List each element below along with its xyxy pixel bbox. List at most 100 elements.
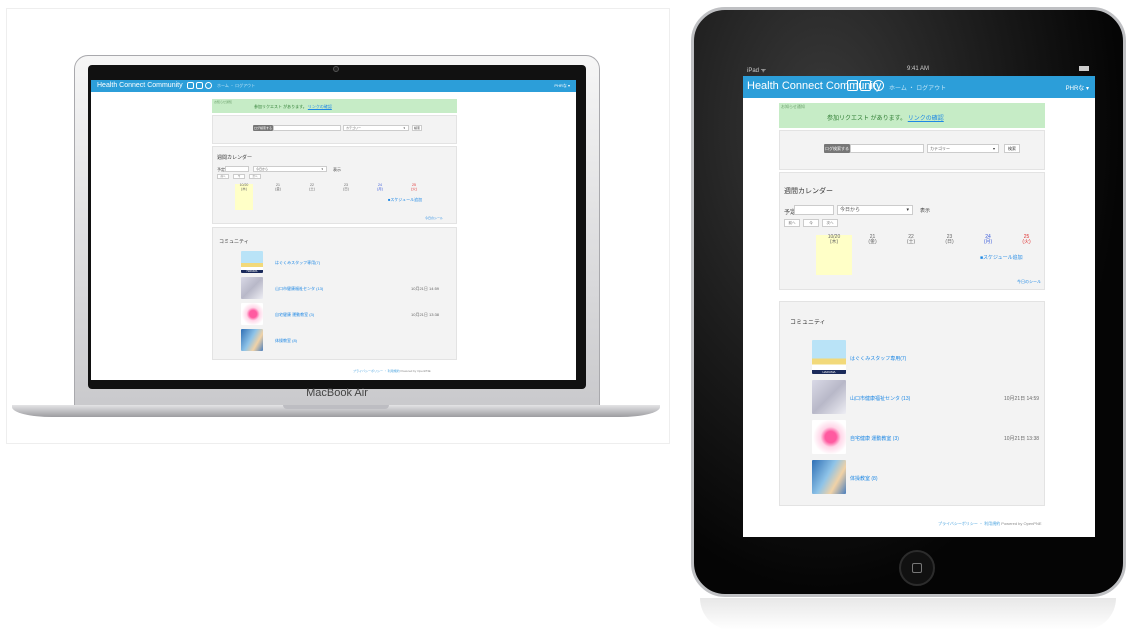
community-thumbnail[interactable]: HARUMA (241, 251, 263, 273)
community-thumbnail-badge: HARUMA (241, 270, 263, 273)
log-search-button[interactable]: ログ検索する (253, 125, 273, 131)
calendar-heading: 週間カレンダー (784, 188, 833, 195)
footer-powered: Powered by OpenPNE (1001, 521, 1042, 526)
calendar-range-select[interactable]: 今日から ▾ (837, 205, 913, 215)
notice-message: 参加リクエスト があります。 リンクの確認 (827, 116, 944, 122)
calendar-day-weekday: (土) (309, 186, 315, 191)
calendar-day[interactable]: 23 (日) (932, 234, 968, 275)
community-thumbnail[interactable]: HARUMA (812, 340, 846, 374)
community-title-link[interactable]: 体操教室 (8) (850, 475, 878, 482)
calendar-day[interactable]: 23 (日) (337, 183, 355, 210)
calendar-day-weekday: (日) (343, 186, 349, 191)
calendar-day-weekday: (金) (275, 186, 281, 191)
community-title-link[interactable]: はぐくみスタッフ専用(7) (275, 260, 320, 266)
footer-links[interactable]: プライバシーポリシー ・ 利用規約 (938, 521, 1000, 526)
notice-link[interactable]: リンクの確認 (908, 116, 944, 122)
laptop-brand-label: MacBook Air (306, 387, 368, 399)
notice-label: お知らせ通知 (781, 104, 805, 109)
battery-icon (1079, 66, 1089, 71)
community-updated-date: 10月21日 13:38 (1004, 435, 1040, 442)
category-select[interactable]: カテゴリー ▾ (927, 144, 999, 153)
calendar-day-weekday: (火) (411, 186, 417, 191)
calendar-day[interactable]: 24 (月) (371, 183, 389, 210)
calendar-day[interactable]: 21 (金) (269, 183, 287, 210)
calendar-day[interactable]: 10/20 (木) (235, 183, 253, 210)
calendar-range-submit[interactable]: 表示 (333, 167, 341, 173)
people-icon[interactable] (860, 80, 871, 91)
community-updated-date: 10月21日 13:38 (411, 312, 440, 317)
community-thumbnail[interactable] (241, 277, 263, 299)
nav-icon-group (187, 82, 212, 89)
calendar-more-link[interactable]: 今日のシール (1017, 279, 1041, 285)
calendar-day[interactable]: 22 (土) (303, 183, 321, 210)
community-thumbnail[interactable] (812, 380, 846, 414)
community-title-link[interactable]: 自宅健康 運動教室 (3) (275, 312, 314, 318)
community-title-link[interactable]: 体操教室 (8) (275, 338, 297, 344)
calendar-day-weekday: (木) (241, 186, 247, 191)
notice-link[interactable]: リンクの確認 (308, 104, 332, 109)
calendar-day-weekday: (火) (1022, 239, 1031, 246)
community-heading: コミュニティ (219, 239, 249, 245)
category-select[interactable]: カテゴリー ▾ (343, 125, 409, 131)
calendar-day-weekday: (日) (945, 239, 954, 246)
community-thumbnail[interactable] (241, 329, 263, 351)
community-thumbnail[interactable] (241, 303, 263, 325)
calendar-range-select[interactable]: 今日から ▾ (253, 166, 327, 172)
calendar-day[interactable]: 22 (土) (893, 234, 929, 275)
calendar-more-link[interactable]: 今日のシール (425, 216, 443, 220)
top-navigation-bar: Health Connect Community ホーム ・ ログアウト PHR… (91, 80, 576, 92)
calendar-today-button[interactable]: 今 (803, 219, 819, 227)
footer-links[interactable]: プライバシーポリシー ・ 利用規約 (353, 369, 400, 373)
top-navigation-bar: Health Connect Community ホーム ・ ログアウト PHR… (743, 76, 1095, 98)
weekly-calendar-panel: 週間カレンダー 予定 今日から ▾ 表示 前へ 今 次へ 10/20 (木) 21 (金… (212, 146, 457, 224)
calendar-day-weekday: (金) (868, 239, 877, 246)
calendar-day[interactable]: 21 (金) (855, 234, 891, 275)
community-title-link[interactable]: 山口市健康福祉センタ (13) (275, 286, 323, 292)
search-input[interactable] (273, 125, 341, 131)
calendar-next-button[interactable]: 次へ (822, 219, 838, 227)
search-input[interactable] (850, 144, 924, 153)
at-icon[interactable] (873, 80, 884, 91)
add-schedule-link[interactable]: ■スケジュール追加 (980, 254, 1023, 261)
tablet-status-time: 9:41 AM (906, 66, 929, 72)
people-icon[interactable] (196, 82, 203, 89)
search-submit-button[interactable]: 検索 (1004, 144, 1020, 153)
search-submit-button[interactable]: 検索 (412, 125, 422, 131)
community-thumbnail[interactable] (812, 460, 846, 494)
user-menu[interactable]: PHRな ▾ (1066, 83, 1089, 92)
laptop-camera (333, 66, 339, 72)
app-title[interactable]: Health Connect Community (97, 82, 183, 89)
calendar-prev-button[interactable]: 前へ (784, 219, 800, 227)
community-updated-date: 10月21日 14:59 (411, 286, 440, 291)
calendar-range-submit[interactable]: 表示 (920, 207, 930, 214)
mail-icon[interactable] (187, 82, 194, 89)
tablet-status-bar: iPad ᯤ 9:41 AM (743, 64, 1095, 76)
tablet-reflection (700, 598, 1116, 630)
add-schedule-link[interactable]: ■スケジュール追加 (388, 197, 422, 203)
notice-label: お知らせ通知 (214, 100, 232, 104)
calendar-heading: 週間カレンダー (217, 155, 253, 161)
at-icon[interactable] (205, 82, 212, 89)
home-square-icon (912, 563, 922, 573)
nav-links[interactable]: ホーム ・ ログアウト (217, 83, 255, 89)
calendar-prev-button[interactable]: 前へ (217, 174, 229, 179)
community-thumbnail[interactable] (812, 420, 846, 454)
tablet-home-button[interactable] (899, 550, 935, 586)
log-search-button[interactable]: ログ検索する (824, 144, 850, 153)
calendar-date-input[interactable] (225, 166, 249, 172)
calendar-date-input[interactable] (794, 205, 834, 215)
notice-message: 参加リクエスト があります。 リンクの確認 (254, 104, 332, 109)
user-menu[interactable]: PHRな ▾ (554, 83, 570, 89)
community-thumbnail-badge: HARUMA (812, 370, 846, 374)
nav-links[interactable]: ホーム ・ ログアウト (889, 83, 946, 92)
community-title-link[interactable]: はぐくみスタッフ専用(7) (850, 355, 906, 362)
calendar-day[interactable]: 10/20 (木) (816, 234, 852, 275)
footer-powered: Powered by OpenPNE (400, 369, 431, 373)
mail-icon[interactable] (847, 80, 858, 91)
community-title-link[interactable]: 山口市健康福祉センタ (13) (850, 395, 910, 402)
calendar-day-weekday: (月) (983, 239, 993, 246)
calendar-today-button[interactable]: 今 (233, 174, 245, 179)
calendar-next-button[interactable]: 次へ (249, 174, 261, 179)
tablet-screen: Health Connect Community ホーム ・ ログアウト PHR… (743, 76, 1095, 537)
community-title-link[interactable]: 自宅健康 運動教室 (3) (850, 435, 899, 442)
